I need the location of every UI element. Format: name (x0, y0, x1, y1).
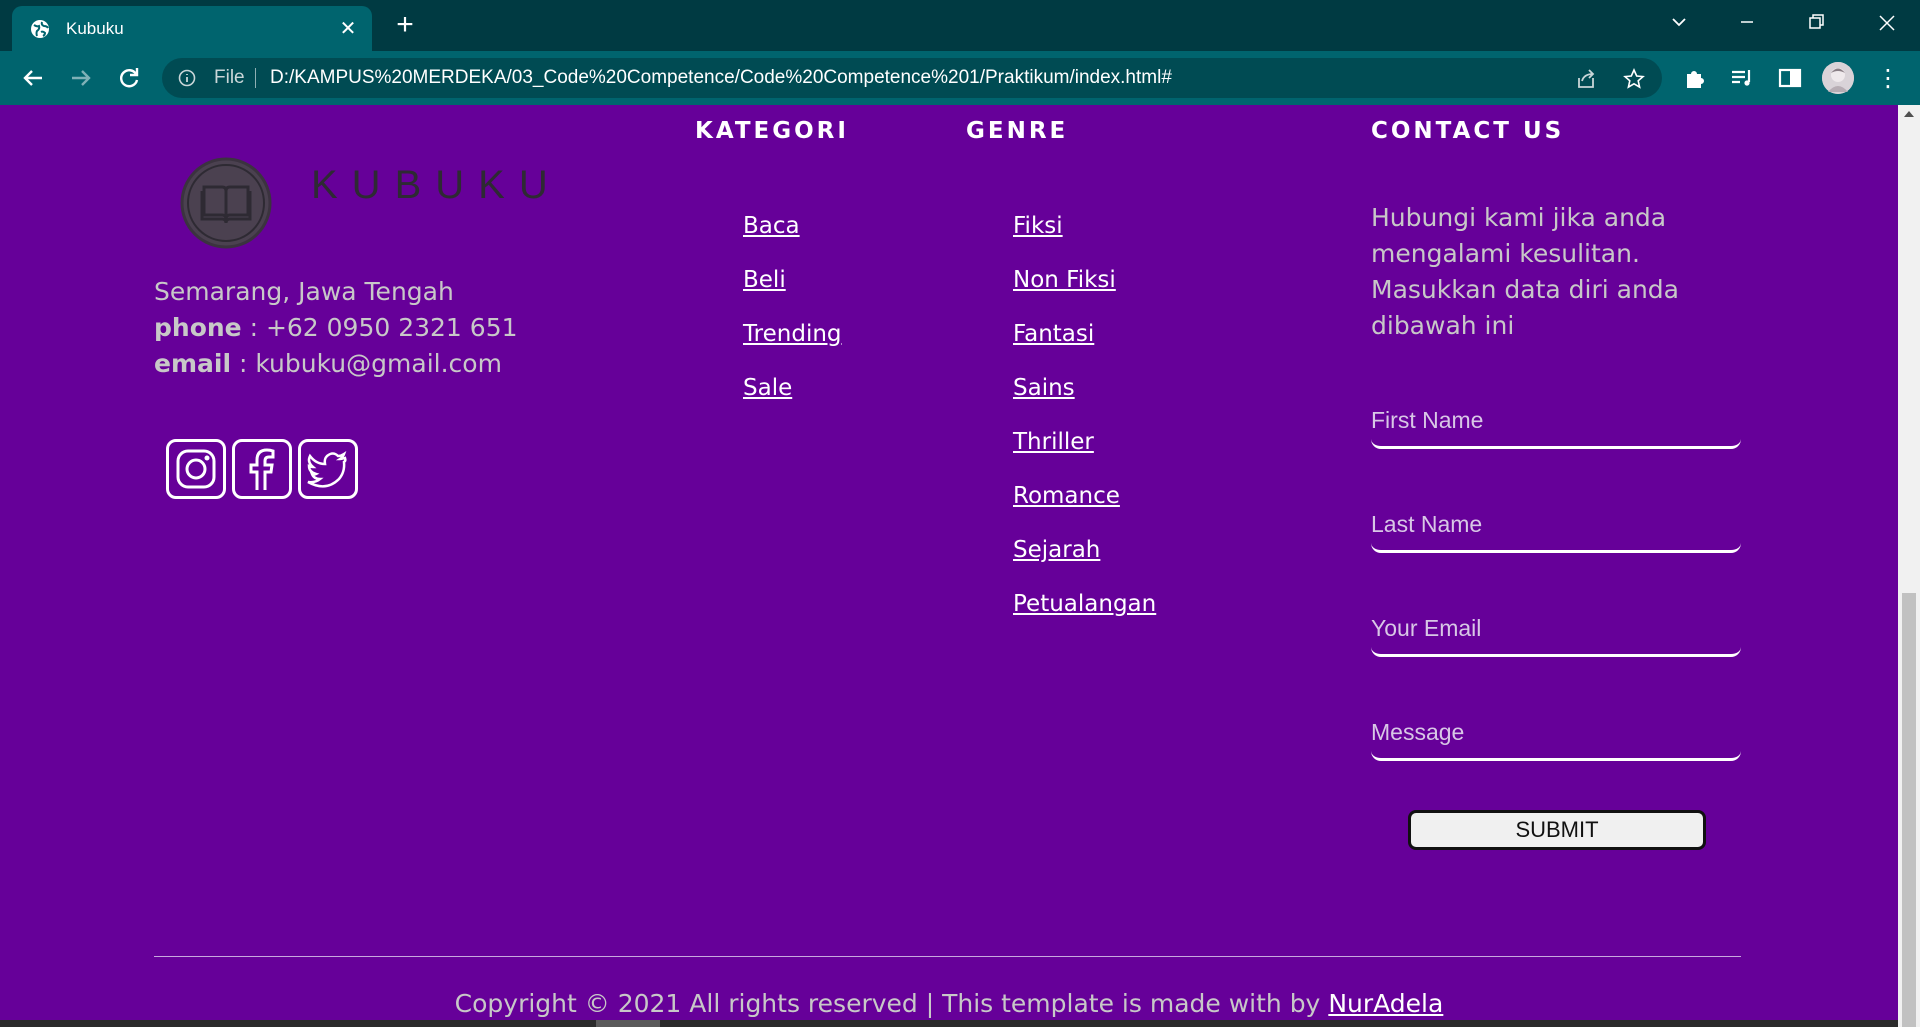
extensions-icon[interactable] (1682, 65, 1708, 91)
info-icon[interactable] (178, 69, 196, 87)
genre-link-non-fiksi[interactable]: Non Fiksi (1013, 267, 1116, 293)
phone-line: phone : +62 0950 2321 651 (154, 313, 518, 342)
tab-strip: Kubuku ✕ + (0, 0, 1920, 51)
restore-icon[interactable] (1796, 8, 1836, 38)
share-icon[interactable] (1575, 68, 1597, 90)
email-line: email : kubuku@gmail.com (154, 349, 502, 378)
globe-icon (31, 20, 49, 38)
new-tab-button[interactable]: + (390, 10, 420, 40)
close-window-icon[interactable] (1866, 8, 1906, 38)
genre-link-fantasi[interactable]: Fantasi (1013, 321, 1094, 347)
page-footer: KUBUKU Semarang, Jawa Tengah phone : +62… (0, 105, 1898, 1027)
instagram-link[interactable] (166, 439, 226, 499)
media-control-icon[interactable] (1729, 65, 1755, 91)
tab-search-icon[interactable] (1659, 8, 1699, 38)
kategori-heading: KATEGORI (695, 118, 849, 144)
file-label: File (214, 67, 245, 88)
kategori-link-sale[interactable]: Sale (743, 375, 792, 401)
horizontal-scrollbar[interactable] (0, 1020, 1898, 1027)
scrollbar-thumb[interactable] (1902, 593, 1916, 1027)
divider (255, 68, 256, 88)
back-icon[interactable] (20, 65, 46, 91)
bookmark-star-icon[interactable] (1623, 68, 1645, 90)
profile-avatar[interactable] (1822, 62, 1854, 94)
scroll-up-arrow-icon[interactable] (1904, 111, 1914, 117)
browser-toolbar: File D:/KAMPUS%20MERDEKA/03_Code%20Compe… (0, 51, 1920, 105)
author-link[interactable]: NurAdela (1328, 989, 1443, 1018)
submit-button[interactable]: SUBMIT (1408, 810, 1706, 850)
url-text[interactable]: D:/KAMPUS%20MERDEKA/03_Code%20Competence… (270, 67, 1172, 89)
reload-icon[interactable] (116, 65, 142, 91)
last-name-input[interactable] (1371, 499, 1741, 553)
genre-heading: GENRE (966, 118, 1069, 144)
kategori-link-trending[interactable]: Trending (743, 321, 842, 347)
twitter-link[interactable] (298, 439, 358, 499)
contact-heading: CONTACT US (1371, 118, 1565, 144)
message-input[interactable] (1371, 707, 1741, 761)
genre-link-romance[interactable]: Romance (1013, 483, 1120, 509)
address-text: Semarang, Jawa Tengah (154, 277, 454, 306)
phone-value: : +62 0950 2321 651 (241, 313, 518, 342)
contact-description: Hubungi kami jika anda mengalami kesulit… (1371, 203, 1679, 340)
book-logo-icon (180, 157, 272, 249)
genre-link-thriller[interactable]: Thriller (1013, 429, 1094, 455)
genre-link-sejarah[interactable]: Sejarah (1013, 537, 1100, 563)
twitter-icon (307, 450, 347, 488)
email-value: : kubuku@gmail.com (231, 349, 502, 378)
avatar-icon (1822, 62, 1854, 94)
email-label: email (154, 349, 232, 378)
brand-name: KUBUKU (311, 163, 562, 207)
genre-link-fiksi[interactable]: Fiksi (1013, 213, 1063, 239)
facebook-link[interactable] (232, 439, 292, 499)
instagram-icon (176, 449, 216, 489)
side-panel-icon[interactable] (1777, 65, 1803, 91)
minimize-icon[interactable] (1727, 8, 1767, 38)
horizontal-scrollbar-thumb[interactable] (596, 1020, 660, 1027)
email-input[interactable] (1371, 603, 1741, 657)
more-menu-icon[interactable]: ⋮ (1876, 64, 1900, 92)
genre-link-petualangan[interactable]: Petualangan (1013, 591, 1156, 617)
browser-tab[interactable]: Kubuku ✕ (12, 6, 372, 51)
address-bar[interactable]: File D:/KAMPUS%20MERDEKA/03_Code%20Compe… (162, 58, 1662, 98)
forward-icon[interactable] (68, 65, 94, 91)
tab-title: Kubuku (66, 19, 124, 38)
vertical-scrollbar[interactable] (1898, 105, 1920, 1027)
kategori-link-baca[interactable]: Baca (743, 213, 800, 239)
footer-divider (154, 956, 1741, 957)
genre-link-sains[interactable]: Sains (1013, 375, 1075, 401)
first-name-input[interactable] (1371, 395, 1741, 449)
copyright-line: Copyright © 2021 All rights reserved | T… (0, 989, 1898, 1018)
close-tab-icon[interactable]: ✕ (336, 16, 360, 40)
phone-label: phone (154, 313, 242, 342)
kategori-link-beli[interactable]: Beli (743, 267, 786, 293)
facebook-icon (249, 448, 275, 490)
copyright-text: Copyright © 2021 All rights reserved | T… (454, 989, 1329, 1018)
